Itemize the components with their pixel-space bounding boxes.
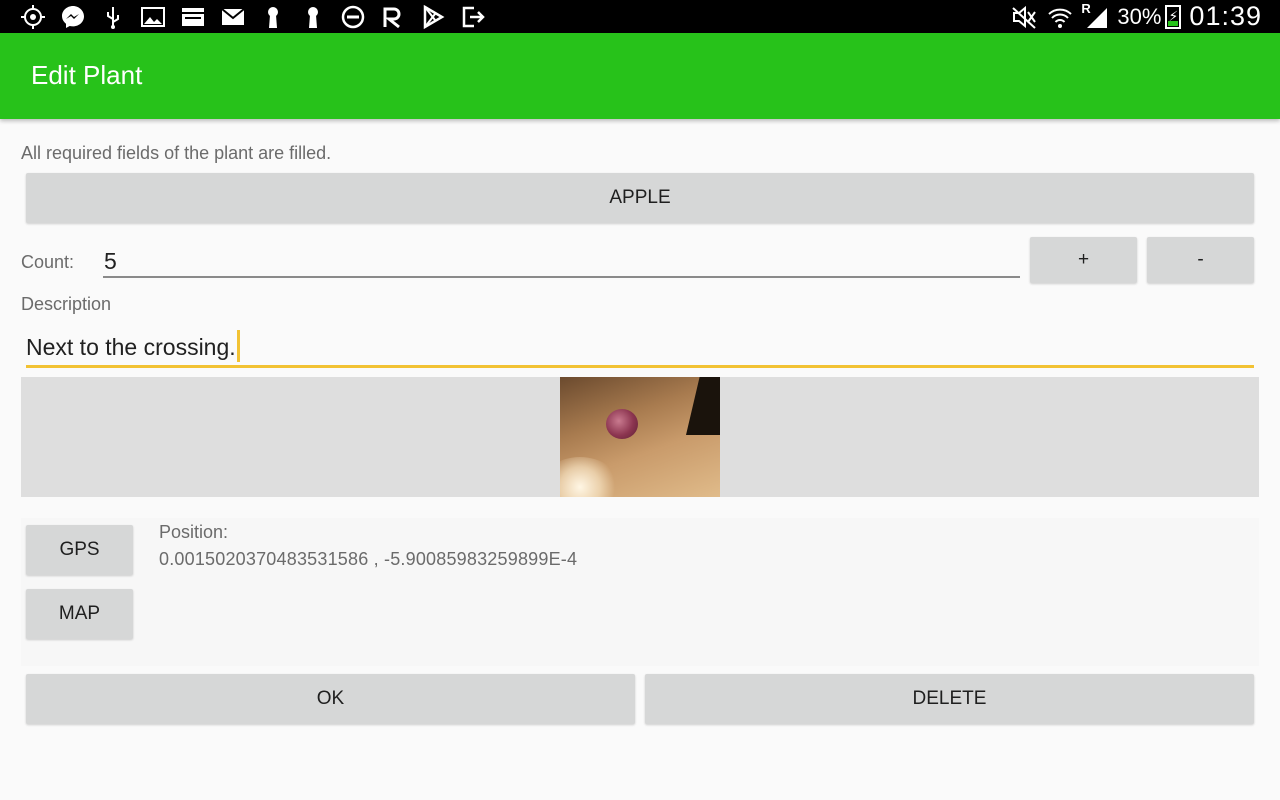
page-title: Edit Plant bbox=[31, 60, 143, 90]
system-indicators: R 30% ⚡ 01:39 bbox=[1009, 0, 1262, 33]
position-label: Position: bbox=[159, 522, 229, 542]
charging-icon: ⚡ bbox=[1168, 8, 1179, 24]
plant-select-button[interactable]: APPLE bbox=[26, 173, 1254, 223]
description-text: Next to the crossing. bbox=[26, 334, 236, 360]
app-icon bbox=[178, 3, 208, 31]
roaming-label: R bbox=[1081, 0, 1091, 16]
mute-icon bbox=[1009, 3, 1039, 31]
photo-shadow bbox=[686, 377, 720, 435]
app-bar: Edit Plant bbox=[0, 33, 1280, 119]
gallery-icon bbox=[138, 3, 168, 31]
signal-roaming-icon: R bbox=[1081, 0, 1111, 31]
plant-photo[interactable] bbox=[560, 377, 720, 497]
delete-button[interactable]: DELETE bbox=[645, 674, 1254, 724]
do-not-disturb-icon bbox=[338, 3, 368, 31]
count-input[interactable] bbox=[103, 246, 1020, 278]
battery-percent: 30% bbox=[1117, 3, 1162, 29]
map-button[interactable]: MAP bbox=[26, 589, 133, 639]
keyhole-icon bbox=[258, 3, 288, 31]
gps-button[interactable]: GPS bbox=[26, 525, 133, 575]
mail-icon bbox=[218, 3, 248, 31]
text-cursor bbox=[236, 330, 240, 362]
description-input[interactable]: Next to the crossing. bbox=[26, 330, 1254, 368]
description-label: Description bbox=[21, 294, 112, 314]
clock: 01:39 bbox=[1189, 1, 1262, 31]
photo-glare bbox=[560, 457, 620, 497]
count-label: Count: bbox=[21, 252, 75, 272]
messenger-icon bbox=[58, 3, 88, 31]
router-icon bbox=[378, 3, 408, 31]
increment-button[interactable]: + bbox=[1030, 237, 1137, 283]
keyhole-icon bbox=[298, 3, 328, 31]
usb-icon bbox=[98, 3, 128, 31]
play-store-icon bbox=[418, 3, 448, 31]
exit-icon bbox=[458, 3, 488, 31]
position-value: 0.0015020370483531586 , -5.9008598325989… bbox=[159, 549, 578, 569]
photo-subject bbox=[606, 409, 638, 439]
status-bar: R 30% ⚡ 01:39 bbox=[0, 0, 1280, 33]
decrement-button[interactable]: - bbox=[1147, 237, 1254, 283]
validation-message: All required fields of the plant are fil… bbox=[21, 143, 332, 163]
ok-button[interactable]: OK bbox=[26, 674, 635, 724]
location-icon bbox=[18, 3, 48, 31]
notification-icons bbox=[18, 3, 498, 31]
battery-icon: ⚡ bbox=[1165, 4, 1182, 29]
wifi-icon bbox=[1045, 3, 1075, 31]
